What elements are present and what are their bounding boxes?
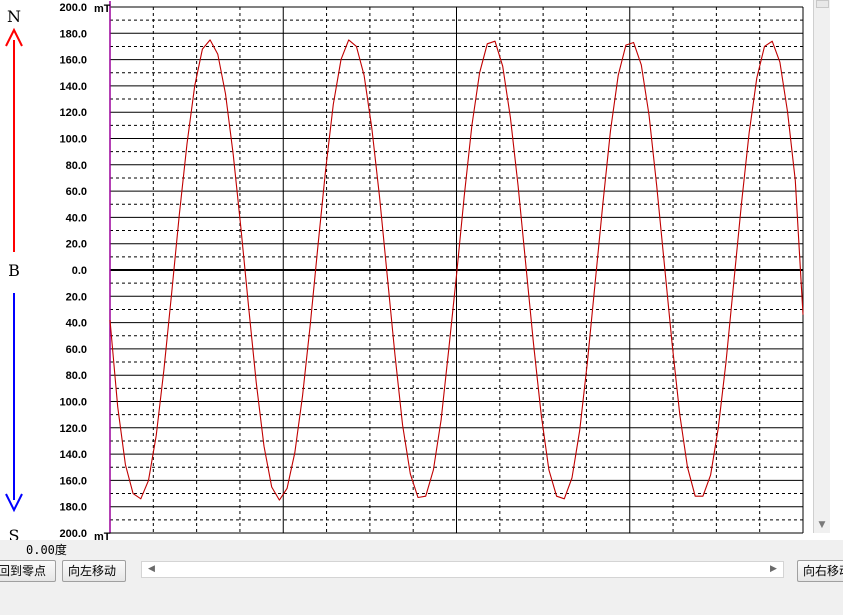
scroll-left-arrow-icon[interactable]: ◀: [144, 562, 159, 577]
y-tick-label: 60.0: [66, 344, 87, 356]
move-left-label: 向左移动: [68, 564, 117, 578]
move-left-button[interactable]: 向左移动: [62, 560, 126, 582]
move-right-button[interactable]: 向右移动: [797, 560, 843, 582]
y-tick-label: 0.0: [72, 265, 87, 277]
vertical-scrollbar[interactable]: ▼: [813, 0, 830, 533]
y-tick-label: 60.0: [66, 186, 87, 198]
horizontal-scrollbar[interactable]: ◀ ▶: [141, 561, 784, 578]
y-tick-label: 120.0: [59, 107, 87, 119]
y-tick-label: 180.0: [59, 502, 87, 514]
scroll-down-arrow-icon[interactable]: ▼: [814, 517, 830, 533]
y-unit-top: mT: [94, 3, 111, 15]
move-right-label: 向右移动: [803, 564, 843, 578]
y-tick-label: 140.0: [59, 449, 87, 461]
b-label: B: [8, 261, 20, 280]
y-tick-label: 20.0: [66, 291, 87, 303]
y-tick-label: 120.0: [59, 423, 87, 435]
scroll-up-arrow-icon[interactable]: [816, 0, 829, 8]
north-label: N: [7, 7, 21, 26]
scroll-right-arrow-icon[interactable]: ▶: [766, 562, 781, 577]
reset-zero-label: 回到零点: [0, 564, 47, 578]
y-tick-label: 200.0: [59, 2, 87, 14]
y-tick-label: 160.0: [59, 475, 87, 487]
y-tick-label: 140.0: [59, 81, 87, 93]
y-tick-label: 80.0: [66, 160, 87, 172]
field-chart: N B S 200.0180.0160.0140.0120.0100.080.0…: [0, 0, 843, 555]
y-tick-label: 100.0: [59, 134, 87, 146]
reset-zero-button[interactable]: 回到零点: [0, 560, 56, 582]
y-tick-label: 40.0: [66, 212, 87, 224]
y-tick-label: 200.0: [59, 528, 87, 540]
y-tick-label: 180.0: [59, 28, 87, 40]
y-tick-label: 80.0: [66, 370, 87, 382]
y-tick-label: 40.0: [66, 318, 87, 330]
y-tick-label: 160.0: [59, 55, 87, 67]
y-tick-label: 100.0: [59, 397, 87, 409]
angle-readout: 0.00度: [26, 543, 67, 557]
y-tick-label: 20.0: [66, 239, 87, 251]
